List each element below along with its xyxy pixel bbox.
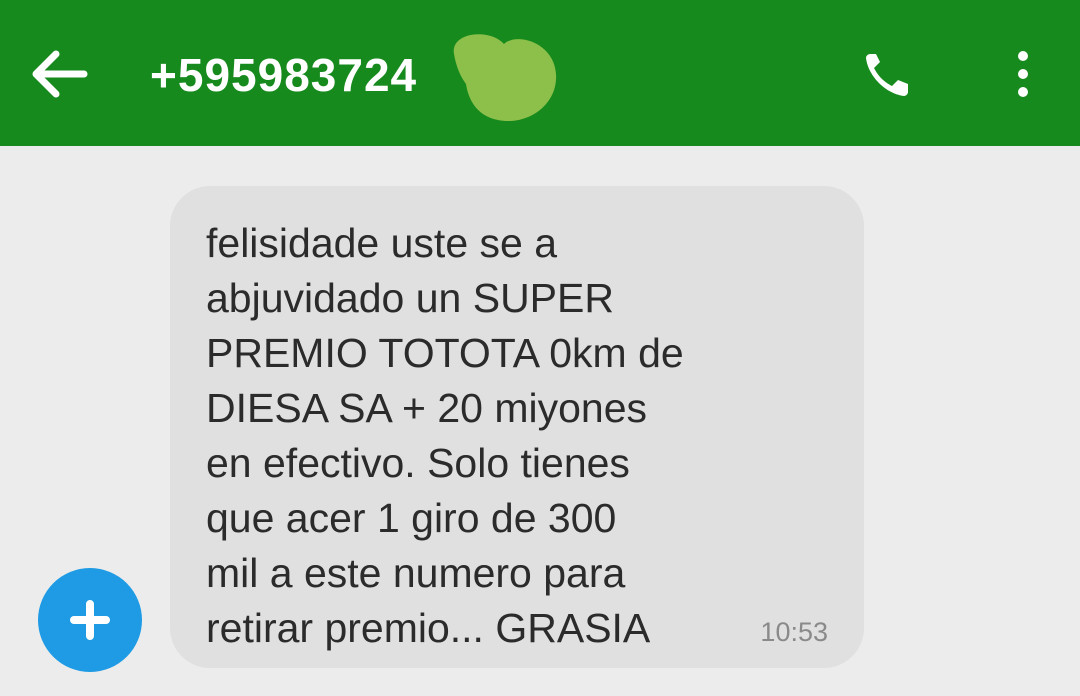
message-timestamp: 10:53 <box>760 617 828 647</box>
more-options-button[interactable] <box>1002 46 1044 102</box>
message-bubble[interactable]: felisidade uste se a abjuvidado un SUPER… <box>170 186 864 668</box>
plus-icon <box>70 600 110 640</box>
app-bar: +595983724 <box>0 0 1080 146</box>
contact-number: +595983724 <box>150 49 418 101</box>
phone-icon <box>866 54 908 96</box>
back-button[interactable] <box>26 42 96 106</box>
redaction-blob <box>446 28 558 128</box>
contact-title[interactable]: +595983724 <box>150 40 417 110</box>
more-vertical-icon <box>1018 51 1028 97</box>
arrow-left-icon <box>32 50 88 98</box>
compose-button[interactable] <box>38 568 142 672</box>
message-text: felisidade uste se a abjuvidado un SUPER… <box>206 220 684 651</box>
call-button[interactable] <box>858 46 920 102</box>
